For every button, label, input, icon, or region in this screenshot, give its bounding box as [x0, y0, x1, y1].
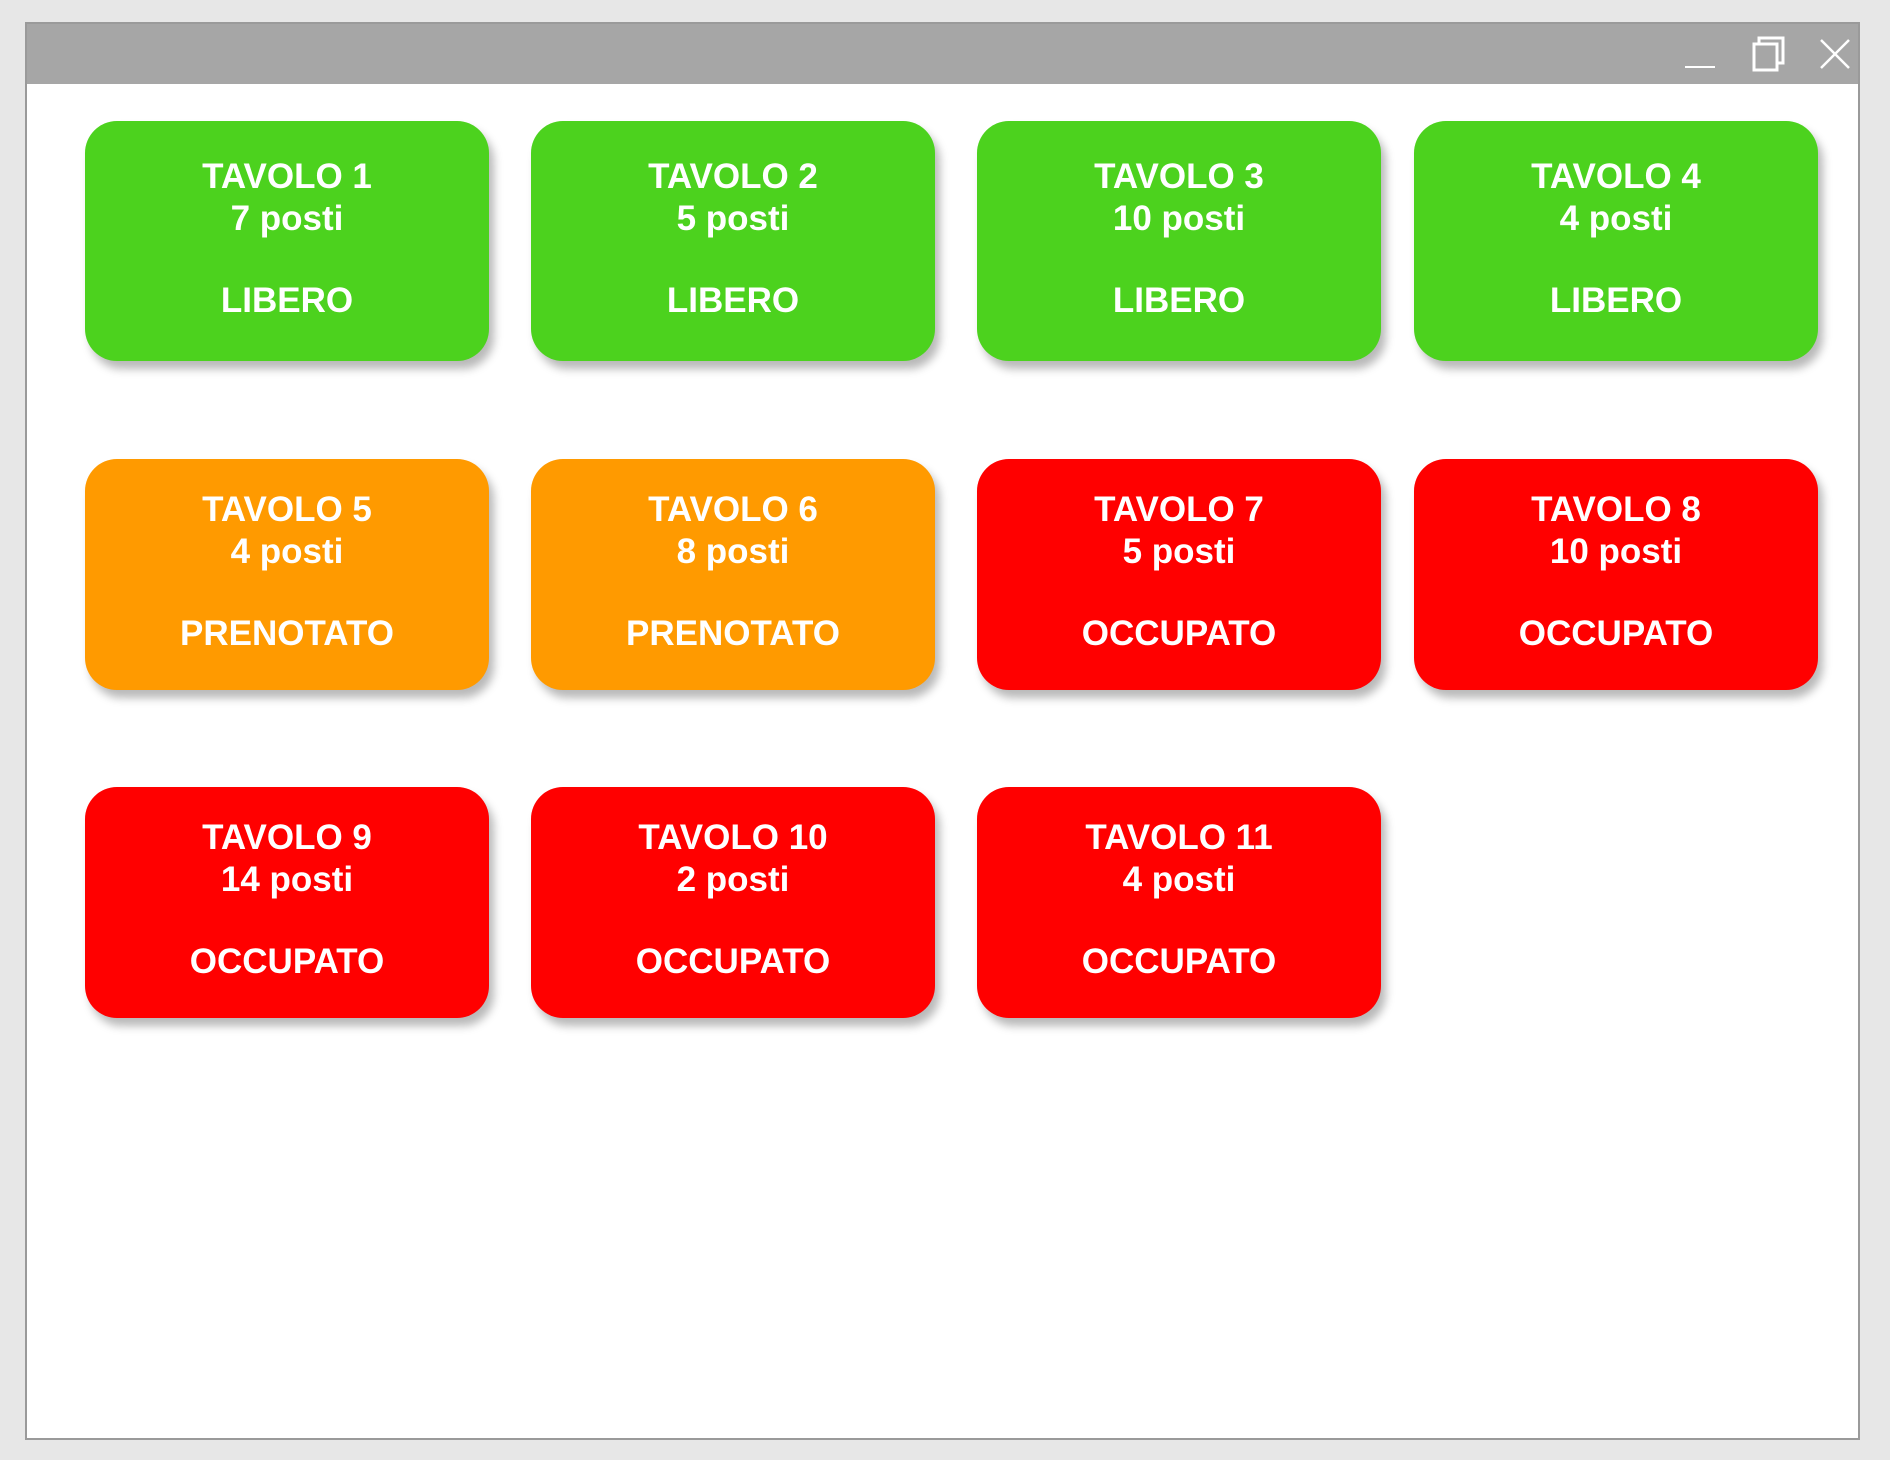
table-seats: 4 posti [1122, 860, 1236, 899]
table-status: OCCUPATO [189, 942, 385, 981]
table-seats: 4 posti [230, 532, 344, 571]
table-card[interactable]: TAVOLO 10 2 posti OCCUPATO [531, 787, 935, 1018]
table-name: TAVOLO 10 [638, 818, 828, 857]
table-seats: 2 posti [676, 860, 790, 899]
table-card[interactable]: TAVOLO 5 4 posti PRENOTATO [85, 459, 489, 690]
table-status: OCCUPATO [635, 942, 831, 981]
close-button[interactable] [1813, 32, 1857, 76]
table-card[interactable]: TAVOLO 7 5 posti OCCUPATO [977, 459, 1381, 690]
table-card[interactable]: TAVOLO 8 10 posti OCCUPATO [1414, 459, 1818, 690]
table-status: PRENOTATO [626, 614, 840, 653]
table-name: TAVOLO 7 [1094, 490, 1264, 529]
table-name: TAVOLO 8 [1531, 490, 1701, 529]
table-card[interactable]: TAVOLO 2 5 posti LIBERO [531, 121, 935, 361]
table-status: OCCUPATO [1081, 942, 1277, 981]
table-name: TAVOLO 3 [1094, 157, 1264, 196]
table-name: TAVOLO 9 [202, 818, 372, 857]
table-name: TAVOLO 1 [202, 157, 372, 196]
table-status: OCCUPATO [1081, 614, 1277, 653]
table-name: TAVOLO 5 [202, 490, 372, 529]
table-card[interactable]: TAVOLO 4 4 posti LIBERO [1414, 121, 1818, 361]
table-card[interactable]: TAVOLO 3 10 posti LIBERO [977, 121, 1381, 361]
table-seats: 4 posti [1559, 199, 1673, 238]
table-card[interactable]: TAVOLO 11 4 posti OCCUPATO [977, 787, 1381, 1018]
minimize-icon [1678, 32, 1722, 76]
table-seats: 5 posti [1122, 532, 1236, 571]
app-window: TAVOLO 1 7 posti LIBERO TAVOLO 2 5 posti… [25, 22, 1860, 1440]
table-card[interactable]: TAVOLO 1 7 posti LIBERO [85, 121, 489, 361]
table-status: LIBERO [1112, 281, 1246, 320]
table-status: LIBERO [220, 281, 354, 320]
title-bar[interactable] [27, 24, 1858, 84]
maximize-icon [1746, 32, 1790, 76]
table-name: TAVOLO 4 [1531, 157, 1701, 196]
close-icon [1813, 32, 1857, 76]
table-status: OCCUPATO [1518, 614, 1714, 653]
table-seats: 10 posti [1549, 532, 1683, 571]
table-status: LIBERO [1549, 281, 1683, 320]
table-name: TAVOLO 6 [648, 490, 818, 529]
maximize-button[interactable] [1746, 32, 1790, 76]
table-status: PRENOTATO [180, 614, 394, 653]
table-seats: 10 posti [1112, 199, 1246, 238]
table-card[interactable]: TAVOLO 6 8 posti PRENOTATO [531, 459, 935, 690]
table-name: TAVOLO 2 [648, 157, 818, 196]
table-status: LIBERO [666, 281, 800, 320]
table-seats: 7 posti [230, 199, 344, 238]
table-seats: 5 posti [676, 199, 790, 238]
table-name: TAVOLO 11 [1085, 818, 1273, 857]
table-seats: 14 posti [220, 860, 354, 899]
tables-grid: TAVOLO 1 7 posti LIBERO TAVOLO 2 5 posti… [27, 84, 1858, 1438]
table-card[interactable]: TAVOLO 9 14 posti OCCUPATO [85, 787, 489, 1018]
table-seats: 8 posti [676, 532, 790, 571]
minimize-button[interactable] [1678, 32, 1722, 76]
